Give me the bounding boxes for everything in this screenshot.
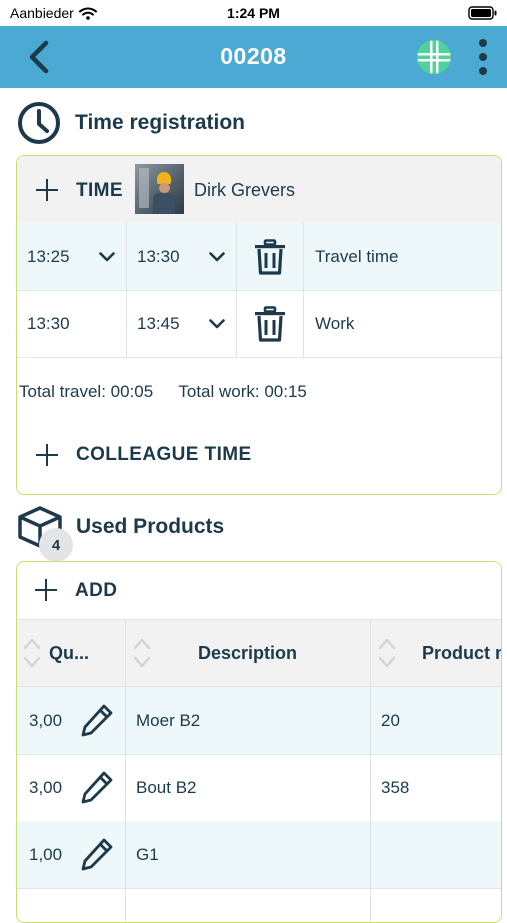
product-count-badge: 4: [39, 528, 73, 562]
carrier-info: Aanbieder: [10, 5, 97, 21]
table-row[interactable]: 3,00 Bout B2 358: [17, 754, 501, 822]
table-row[interactable]: 1,00 G1: [17, 821, 501, 889]
start-time-value: 13:30: [17, 290, 127, 357]
clock-icon: [18, 102, 60, 144]
employee-name: Dirk Grevers: [194, 180, 296, 200]
sort-icon: [378, 638, 396, 668]
quantity-cell: [17, 888, 126, 922]
pencil-icon[interactable]: [79, 769, 115, 805]
carrier-name: Aanbieder: [10, 5, 74, 21]
product-number-cell: 358: [381, 777, 410, 797]
description-cell: Moer B2: [126, 687, 371, 754]
start-time-value: 13:25: [27, 246, 70, 266]
used-products-card: ADD Qu... Description Product n 3,00 Moe…: [16, 561, 502, 923]
chevron-down-icon: [99, 252, 115, 262]
description-cell: G1: [126, 821, 371, 888]
add-product-bar: ADD: [17, 562, 501, 620]
time-registration-title: Time registration: [75, 111, 245, 134]
start-time-select[interactable]: 13:25: [17, 223, 127, 290]
column-header-product-number[interactable]: Product n: [371, 620, 502, 686]
delete-entry-button[interactable]: [237, 290, 304, 357]
column-header-quantity[interactable]: Qu...: [17, 620, 126, 686]
column-label: Qu...: [49, 642, 89, 663]
time-registration-header: Time registration: [16, 100, 245, 146]
quantity-value: 3,00: [29, 710, 63, 730]
quantity-value: 3,00: [29, 777, 63, 797]
table-row[interactable]: 3,00 Moer B2 20: [17, 687, 501, 755]
add-time-bar: TIME Dirk Grevers: [17, 156, 501, 224]
add-time-button[interactable]: TIME: [76, 180, 123, 202]
trash-icon: [255, 305, 285, 342]
used-products-title: Used Products: [76, 515, 225, 538]
totals-line: Total travel: 00:05 Total work: 00:15: [19, 382, 307, 402]
table-row[interactable]: [17, 888, 501, 922]
pencil-icon[interactable]: [79, 836, 115, 872]
add-colleague-time-icon[interactable]: [36, 444, 58, 466]
time-registration-card: TIME Dirk Grevers 13:25 13:30 Travel tim…: [16, 155, 502, 495]
sort-icon: [133, 638, 151, 668]
quantity-cell: 3,00: [17, 754, 126, 821]
total-work: Total work: 00:15: [178, 382, 307, 401]
column-label: Product n: [422, 642, 502, 663]
wifi-icon: [78, 7, 97, 20]
trash-icon: [255, 238, 285, 275]
quantity-value: 1,00: [29, 844, 63, 864]
time-entry-row: 13:30 13:45 Work: [17, 290, 501, 358]
end-time-value: 13:30: [137, 246, 180, 266]
globe-icon[interactable]: [415, 38, 453, 76]
column-label: Description: [198, 642, 298, 663]
add-product-button[interactable]: ADD: [75, 580, 117, 602]
delete-entry-button[interactable]: [237, 223, 304, 290]
total-travel: Total travel: 00:05: [19, 382, 154, 401]
battery-icon: [468, 6, 497, 20]
status-bar: Aanbieder 1:24 PM: [0, 0, 507, 26]
end-time-value: 13:45: [137, 313, 180, 333]
description-cell: [126, 888, 371, 922]
description-cell: Bout B2: [126, 754, 371, 821]
more-options-icon[interactable]: [474, 36, 492, 78]
chevron-down-icon: [209, 319, 225, 329]
sort-icon: [23, 638, 41, 668]
back-icon[interactable]: [22, 38, 58, 76]
avatar: [135, 164, 184, 214]
add-time-icon[interactable]: [36, 179, 58, 201]
pencil-icon[interactable]: [79, 702, 115, 738]
product-number-cell: 20: [381, 710, 400, 730]
product-number-cell: [371, 821, 501, 888]
colleague-time-button[interactable]: COLLEAGUE TIME: [76, 444, 252, 466]
time-entry-row: 13:25 13:30 Travel time: [17, 223, 501, 291]
add-product-icon[interactable]: [35, 579, 57, 601]
chevron-down-icon: [209, 252, 225, 262]
quantity-cell: 1,00: [17, 821, 126, 888]
column-header-description[interactable]: Description: [126, 620, 371, 686]
table-header: Qu... Description Product n: [17, 620, 501, 687]
end-time-select[interactable]: 13:30: [127, 223, 237, 290]
entry-type: Travel time: [315, 246, 399, 266]
app-header: 00208: [0, 26, 507, 88]
entry-type: Work: [315, 313, 355, 333]
quantity-cell: 3,00: [17, 687, 126, 754]
end-time-select[interactable]: 13:45: [127, 290, 237, 357]
